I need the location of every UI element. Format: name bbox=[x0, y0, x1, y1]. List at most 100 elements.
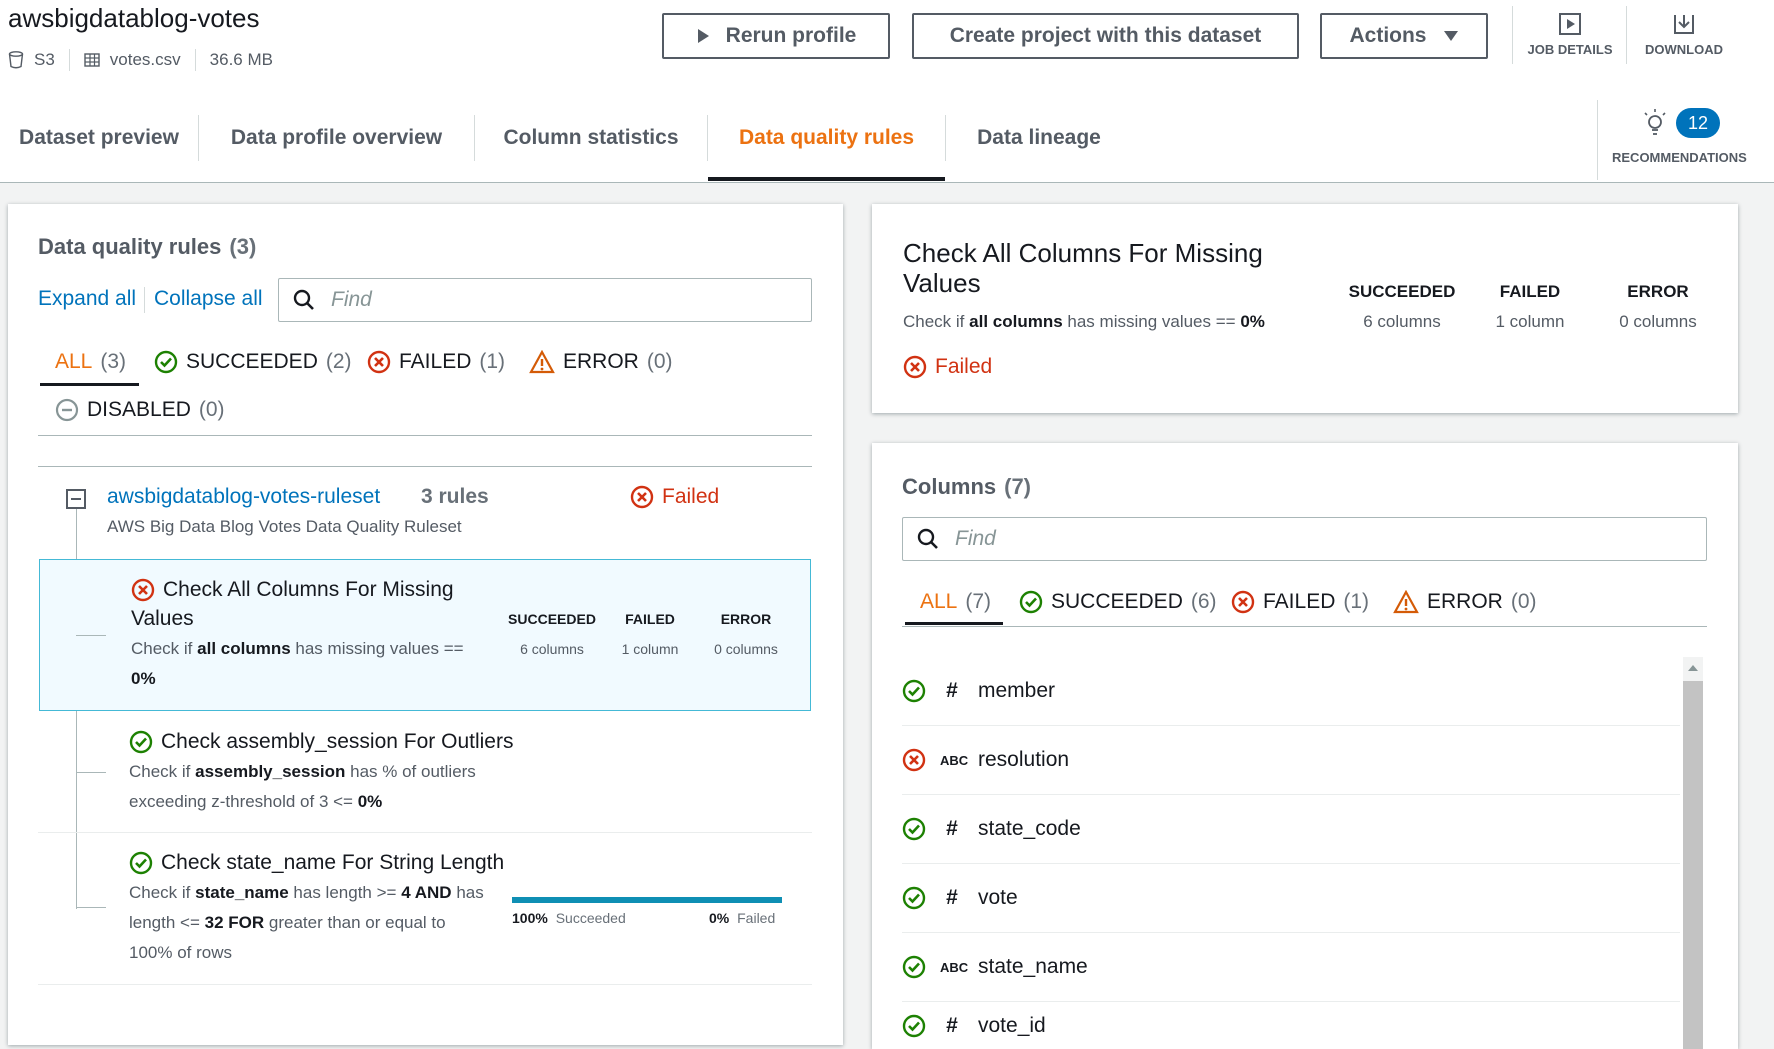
collapse-all-link[interactable]: Collapse all bbox=[154, 287, 263, 311]
column-row[interactable]: ABC state_name bbox=[902, 933, 1680, 1002]
columns-search-field[interactable]: Find bbox=[902, 517, 1707, 561]
filter-succeeded-count: (2) bbox=[325, 350, 352, 373]
rerun-profile-button[interactable]: Rerun profile bbox=[662, 13, 890, 59]
rule-divider bbox=[38, 832, 812, 833]
columns-filter-all[interactable]: ALL (7) bbox=[920, 590, 991, 614]
numeric-type-icon: # bbox=[946, 679, 958, 702]
ruleset-status-label: Failed bbox=[662, 485, 720, 508]
filter-failed-label: FAILED bbox=[399, 350, 472, 373]
columns-filter-all-label: ALL bbox=[920, 590, 958, 613]
numeric-type-icon: # bbox=[946, 1013, 958, 1037]
recommendations-label: RECOMMENDATIONS bbox=[1612, 150, 1747, 165]
play-icon bbox=[696, 28, 710, 44]
tab-data-lineage[interactable]: Data lineage bbox=[946, 93, 1132, 183]
tab-data-profile-overview[interactable]: Data profile overview bbox=[199, 93, 474, 183]
rule-1-failed-value: 1 column bbox=[621, 641, 679, 657]
collapse-ruleset-toggle[interactable] bbox=[66, 489, 86, 509]
ruleset-rule-count: 3 rules bbox=[421, 485, 489, 508]
expand-all-link[interactable]: Expand all bbox=[38, 287, 136, 311]
check-circle-icon bbox=[902, 886, 926, 910]
columns-filter-succeeded-label: SUCCEEDED bbox=[1051, 590, 1183, 613]
ruleset-top-divider bbox=[38, 466, 812, 467]
rule-3-desc-c: has length >= bbox=[288, 883, 402, 902]
columns-filter-error[interactable]: ERROR (0) bbox=[1393, 590, 1537, 614]
detail-desc-a: Check if bbox=[903, 312, 970, 331]
job-details-button[interactable]: JOB DETAILS bbox=[1518, 12, 1622, 57]
columns-filter-error-label: ERROR bbox=[1427, 590, 1503, 613]
string-type-icon: ABC bbox=[940, 959, 969, 975]
columns-filter-failed[interactable]: FAILED (1) bbox=[1231, 590, 1369, 614]
search-icon bbox=[917, 528, 939, 550]
filter-disabled[interactable]: DISABLED (0) bbox=[55, 398, 225, 422]
rule-1-desc-b: all columns bbox=[197, 639, 291, 658]
rule-3-progress-succeeded: 100% Succeeded bbox=[512, 910, 626, 926]
filter-failed[interactable]: FAILED (1) bbox=[367, 350, 505, 374]
column-row[interactable]: # member bbox=[902, 657, 1680, 726]
columns-panel-title: Columns (7) bbox=[902, 474, 1031, 500]
check-circle-icon bbox=[902, 817, 926, 841]
column-name: resolution bbox=[978, 748, 1070, 771]
x-circle-icon bbox=[1231, 590, 1255, 614]
scrollbar-thumb[interactable] bbox=[1683, 681, 1703, 1049]
lightbulb-icon bbox=[1642, 108, 1668, 138]
warning-icon bbox=[1393, 590, 1419, 614]
filter-succeeded[interactable]: SUCCEEDED (2) bbox=[154, 350, 352, 374]
filter-all[interactable]: ALL (3) bbox=[55, 350, 126, 374]
column-row[interactable]: # state_code bbox=[902, 795, 1680, 864]
download-button[interactable]: DOWNLOAD bbox=[1634, 12, 1734, 57]
rule-1-name-line2: Values bbox=[131, 607, 194, 630]
detail-status-label: Failed bbox=[935, 355, 993, 378]
rule-1-error-header: ERROR bbox=[720, 611, 772, 627]
size-label: 36.6 MB bbox=[209, 50, 273, 69]
tab-column-statistics[interactable]: Column statistics bbox=[475, 93, 707, 183]
columns-filter-error-count: (0) bbox=[1510, 590, 1537, 613]
column-row[interactable]: ABC resolution bbox=[902, 726, 1680, 795]
tab-dataset-preview[interactable]: Dataset preview bbox=[0, 93, 198, 183]
create-project-button[interactable]: Create project with this dataset bbox=[912, 13, 1299, 59]
tab-data-quality-rules[interactable]: Data quality rules bbox=[708, 93, 945, 183]
numeric-type-icon: # bbox=[946, 817, 958, 840]
filter-error-label: ERROR bbox=[563, 350, 639, 373]
filter-error-count: (0) bbox=[646, 350, 673, 373]
filter-all-count: (3) bbox=[100, 350, 127, 373]
toolbar-divider-2 bbox=[1626, 6, 1627, 64]
rule-row-outliers[interactable]: Check assembly_session For Outliers bbox=[129, 730, 513, 754]
job-play-icon bbox=[1558, 12, 1582, 36]
columns-filter-succeeded[interactable]: SUCCEEDED (6) bbox=[1019, 590, 1217, 614]
create-project-label: Create project with this dataset bbox=[949, 24, 1262, 47]
detail-desc-b: all columns bbox=[969, 312, 1063, 331]
rule-row-string-length[interactable]: Check state_name For String Length bbox=[129, 851, 504, 875]
filter-error[interactable]: ERROR (0) bbox=[529, 350, 673, 374]
rule-3-desc-h: 32 bbox=[204, 913, 224, 932]
rule-3-progress-failed: 0% Failed bbox=[709, 910, 775, 926]
warning-icon bbox=[529, 350, 555, 374]
rule-3-desc-f: has bbox=[451, 883, 484, 902]
actions-dropdown[interactable]: Actions bbox=[1320, 13, 1488, 59]
rule-1-failed-header: FAILED bbox=[625, 611, 675, 627]
column-row[interactable]: # vote bbox=[902, 864, 1680, 933]
rule-2-name: Check assembly_session For Outliers bbox=[161, 730, 514, 753]
rerun-profile-label: Rerun profile bbox=[725, 24, 857, 47]
detail-desc-c: has missing values == bbox=[1062, 312, 1241, 331]
rule-1-desc-c: has missing values == bbox=[290, 639, 464, 658]
job-details-label: JOB DETAILS bbox=[1527, 42, 1613, 57]
columns-filter-failed-label: FAILED bbox=[1263, 590, 1336, 613]
recommendations-button[interactable]: 12 RECOMMENDATIONS bbox=[1610, 106, 1766, 176]
columns-filter-divider bbox=[902, 626, 1707, 627]
rule-3-succeeded-pct: 100% bbox=[512, 910, 548, 926]
rule-1-desc-d: 0% bbox=[131, 669, 156, 688]
rules-panel-title-text: Data quality rules bbox=[38, 234, 222, 259]
dataset-title: awsbigdatablog-votes bbox=[8, 3, 260, 33]
rules-search-field[interactable]: Find bbox=[278, 278, 812, 322]
ruleset-name-link[interactable]: awsbigdatablog-votes-ruleset bbox=[107, 485, 380, 509]
scroll-up-icon[interactable] bbox=[1688, 665, 1698, 671]
x-circle-icon bbox=[367, 350, 391, 374]
column-row[interactable]: # vote_id bbox=[902, 1002, 1680, 1049]
rule-1-title: Check All Columns For Missing bbox=[131, 578, 454, 602]
columns-scrollbar[interactable] bbox=[1683, 657, 1703, 1049]
filter-disabled-label: DISABLED bbox=[87, 398, 191, 421]
rule-3-failed-label: Failed bbox=[737, 910, 776, 926]
filter-failed-count: (1) bbox=[479, 350, 506, 373]
x-circle-icon bbox=[902, 748, 926, 772]
detail-error-value: 0 columns bbox=[1619, 312, 1697, 331]
